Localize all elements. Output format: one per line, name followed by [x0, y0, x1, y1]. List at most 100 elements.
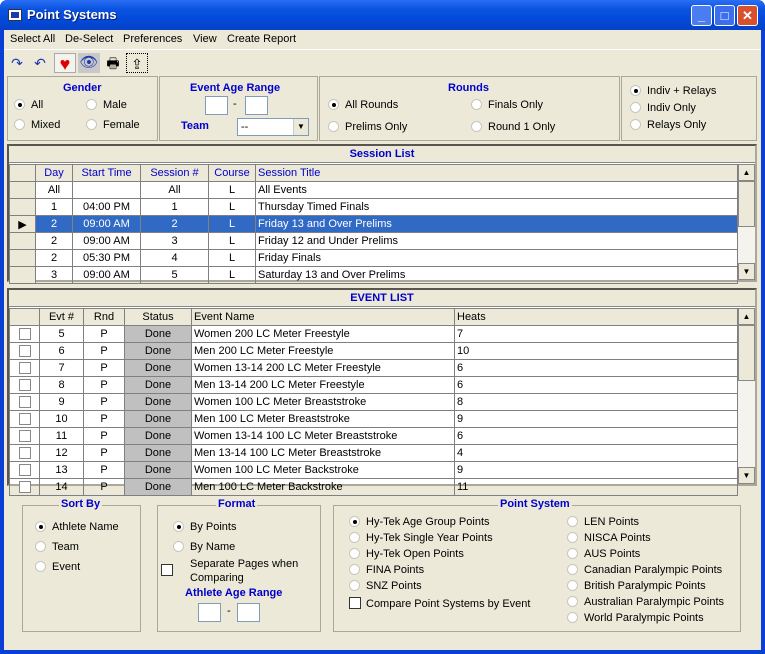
event-row[interactable]: 9 P Done Women 100 LC Meter Breaststroke 8	[9, 393, 738, 411]
cell-heats[interactable]: 4	[454, 444, 738, 462]
event-select-checkbox[interactable]	[9, 393, 40, 411]
point-system-radio[interactable]: SNZ Points	[349, 580, 422, 592]
cell-event-name[interactable]: Men 100 LC Meter Backstroke	[191, 478, 455, 496]
session-scrollbar[interactable]: ▲ ▼	[738, 164, 755, 280]
menu-create-report[interactable]: Create Report	[227, 33, 296, 45]
event-select-checkbox[interactable]	[9, 342, 40, 360]
scroll-up-icon[interactable]: ▲	[738, 308, 755, 325]
cell-session-number[interactable]: 4	[140, 249, 209, 267]
event-row[interactable]: 6 P Done Men 200 LC Meter Freestyle 10	[9, 342, 738, 360]
cell-status[interactable]: Done	[124, 342, 192, 360]
folder-up-icon[interactable]: ⇪	[126, 53, 148, 73]
event-row[interactable]: 8 P Done Men 13-14 200 LC Meter Freestyle 6	[9, 376, 738, 394]
cell-status[interactable]: Done	[124, 410, 192, 428]
cell-day[interactable]: 2	[35, 232, 73, 250]
event-select-checkbox[interactable]	[9, 478, 40, 496]
point-system-radio[interactable]: World Paralympic Points	[567, 612, 704, 624]
rounds-all-radio[interactable]: All Rounds	[328, 99, 398, 111]
menu-preferences[interactable]: Preferences	[123, 33, 182, 45]
cell-session-number[interactable]: 2	[140, 215, 209, 233]
chevron-down-icon[interactable]: ▼	[293, 119, 308, 135]
cell-status[interactable]: Done	[124, 444, 192, 462]
cell-heats[interactable]: 6	[454, 359, 738, 377]
close-button[interactable]: ✕	[737, 5, 758, 26]
point-system-radio[interactable]: NISCA Points	[567, 532, 651, 544]
cell-start-time[interactable]: 05:30 PM	[72, 249, 141, 267]
heart-icon[interactable]: ♥	[54, 53, 76, 74]
cell-session-title[interactable]: Thursday Timed Finals	[255, 198, 738, 216]
checkbox-icon[interactable]	[18, 327, 31, 340]
cell-evt-number[interactable]: 8	[39, 376, 84, 394]
cell-status[interactable]: Done	[124, 427, 192, 445]
checkbox-icon[interactable]	[18, 463, 31, 476]
cell-start-time[interactable]: 04:00 PM	[72, 198, 141, 216]
cell-evt-number[interactable]: 7	[39, 359, 84, 377]
cell-start-time[interactable]: 09:00 AM	[72, 266, 141, 284]
point-system-radio[interactable]: FINA Points	[349, 564, 424, 576]
redo-icon[interactable]: ↷	[6, 53, 28, 73]
cell-session-title[interactable]: Friday 12 and Under Prelims	[255, 232, 738, 250]
cell-evt-number[interactable]: 14	[39, 478, 84, 496]
cell-course[interactable]: L	[208, 249, 256, 267]
cell-course[interactable]: L	[208, 215, 256, 233]
event-select-checkbox[interactable]	[9, 325, 40, 343]
cell-start-time[interactable]: 09:00 AM	[72, 215, 141, 233]
event-row[interactable]: 14 P Done Men 100 LC Meter Backstroke 11	[9, 478, 738, 496]
cell-round[interactable]: P	[83, 376, 125, 394]
cell-status[interactable]: Done	[124, 325, 192, 343]
sort-athlete-name-radio[interactable]: Athlete Name	[35, 521, 119, 533]
cell-event-name[interactable]: Men 13-14 100 LC Meter Breaststroke	[191, 444, 455, 462]
col-heats[interactable]: Heats	[454, 308, 738, 326]
cell-session-number[interactable]: 3	[140, 232, 209, 250]
event-row[interactable]: 10 P Done Men 100 LC Meter Breaststroke 9	[9, 410, 738, 428]
minimize-button[interactable]: _	[691, 5, 712, 26]
menu-view[interactable]: View	[193, 33, 217, 45]
col-select[interactable]	[9, 308, 40, 326]
cell-day[interactable]: 1	[35, 198, 73, 216]
event-select-checkbox[interactable]	[9, 410, 40, 428]
point-system-radio[interactable]: Canadian Paralympic Points	[567, 564, 722, 576]
point-system-radio[interactable]: Hy-Tek Age Group Points	[349, 516, 490, 528]
eye-icon[interactable]: 👁	[78, 53, 100, 73]
sort-event-radio[interactable]: Event	[35, 561, 80, 573]
session-row[interactable]: ▶ 2 09:00 AM 2 L Friday 13 and Over Prelims	[9, 215, 738, 233]
team-dropdown[interactable]: -- ▼	[237, 118, 309, 136]
cell-event-name[interactable]: Women 100 LC Meter Breaststroke	[191, 393, 455, 411]
cell-evt-number[interactable]: 9	[39, 393, 84, 411]
scroll-down-icon[interactable]: ▼	[738, 467, 755, 484]
rounds-finals-only-radio[interactable]: Finals Only	[471, 99, 543, 111]
row-selector[interactable]	[9, 181, 36, 199]
cell-heats[interactable]: 9	[454, 410, 738, 428]
event-row[interactable]: 11 P Done Women 13-14 100 LC Meter Breastst…	[9, 427, 738, 445]
col-event-name[interactable]: Event Name	[191, 308, 455, 326]
col-session-number[interactable]: Session #	[140, 164, 209, 182]
cell-start-time[interactable]: 09:00 AM	[72, 232, 141, 250]
cell-heats[interactable]: 11	[454, 478, 738, 496]
cell-course[interactable]: L	[208, 266, 256, 284]
row-selector[interactable]	[9, 266, 36, 284]
cell-evt-number[interactable]: 13	[39, 461, 84, 479]
format-by-points-radio[interactable]: By Points	[173, 521, 236, 533]
event-scrollbar[interactable]: ▲ ▼	[738, 308, 755, 484]
cell-round[interactable]: P	[83, 461, 125, 479]
point-system-radio[interactable]: AUS Points	[567, 548, 640, 560]
cell-status[interactable]: Done	[124, 393, 192, 411]
cell-evt-number[interactable]: 11	[39, 427, 84, 445]
cell-session-number[interactable]: 1	[140, 198, 209, 216]
point-system-radio[interactable]: LEN Points	[567, 516, 639, 528]
cell-round[interactable]: P	[83, 410, 125, 428]
cell-evt-number[interactable]: 5	[39, 325, 84, 343]
point-system-radio[interactable]: Australian Paralympic Points	[567, 596, 724, 608]
printer-icon[interactable]: 🖶	[102, 53, 124, 73]
event-row[interactable]: 7 P Done Women 13-14 200 LC Meter Freestyle…	[9, 359, 738, 377]
cell-heats[interactable]: 6	[454, 427, 738, 445]
row-selector[interactable]	[9, 249, 36, 267]
cell-start-time[interactable]	[72, 181, 141, 199]
separate-pages-checkbox[interactable]	[161, 564, 178, 577]
session-row[interactable]: 2 05:30 PM 4 L Friday Finals	[9, 249, 738, 267]
checkbox-icon[interactable]	[18, 446, 31, 459]
cell-heats[interactable]: 7	[454, 325, 738, 343]
sort-team-radio[interactable]: Team	[35, 541, 79, 553]
col-status[interactable]: Status	[124, 308, 192, 326]
athlete-age-to-input[interactable]	[237, 603, 260, 622]
